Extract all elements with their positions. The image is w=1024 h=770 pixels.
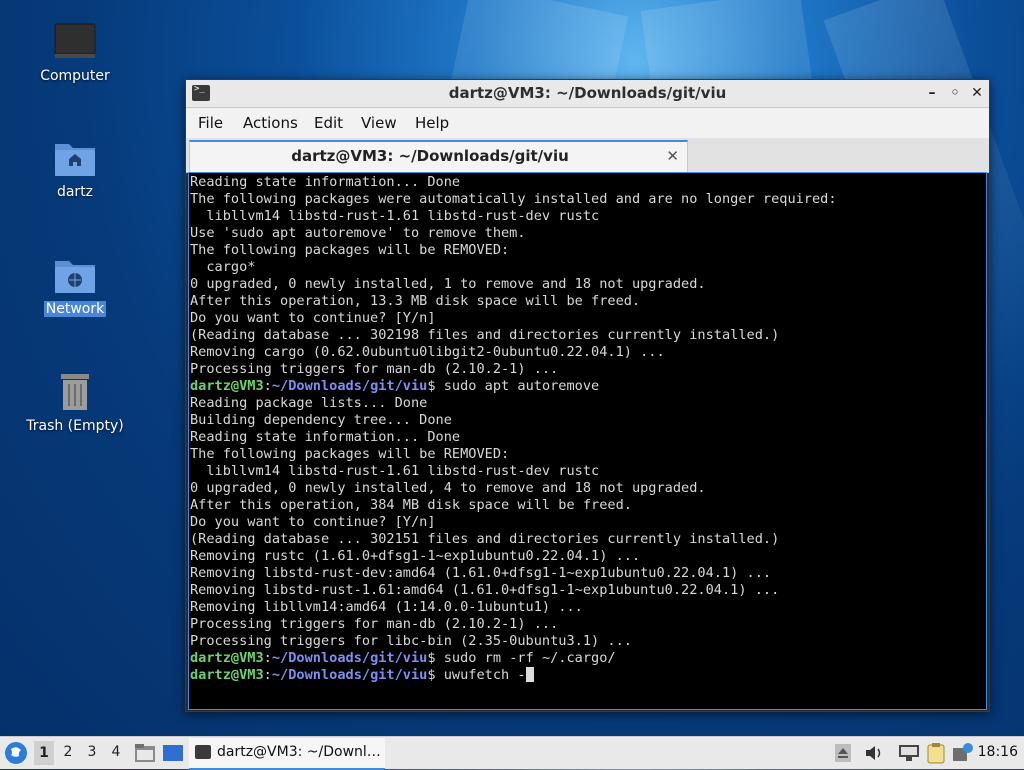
terminal-prompt-line: dartz@VM3:~/Downloads/git/viu$ sudo rm -… [190,650,837,667]
terminal-output-line: Reading state information... Done [190,174,461,190]
taskbar-terminal-task[interactable]: dartz@VM3: ~/Downl… [189,738,385,770]
terminal-output-line: The following packages will be REMOVED: [190,242,510,258]
minimize-icon[interactable]: – [923,84,941,102]
terminal-window[interactable]: dartz@VM3: ~/Downloads/git/viu – ◦ ✕ Fil… [185,79,990,712]
terminal-output-line: Processing triggers for man-db (2.10.2-1… [190,361,559,377]
prompt-symbol: $ [427,650,436,666]
menu-file[interactable]: File [198,114,223,132]
terminal-output-line: Do you want to continue? [Y/n] [190,514,436,530]
notification-icon[interactable] [952,742,974,764]
desktop-icon-label: Network [43,301,107,317]
task-label: dartz@VM3: ~/Downl… [217,744,381,760]
terminal-output[interactable]: Reading state information... Done The fol… [188,172,987,710]
home-folder-icon [55,144,95,176]
terminal-output-line: The following packages were automaticall… [190,191,837,207]
desktop-icon-label: Computer [40,68,110,84]
terminal-output-line: Removing libstd-rust-1.61:amd64 (1.61.0+… [190,582,780,598]
terminal-output-line: Removing rustc (1.61.0+dfsg1-1~exp1ubunt… [190,548,641,564]
prompt-user: dartz@VM3 [190,650,264,666]
computer-icon [54,23,96,58]
prompt-path: ~/Downloads/git/viu [271,667,428,683]
prompt-symbol: $ [427,378,436,394]
terminal-output-line: Building dependency tree... Done [190,412,452,428]
command-text: sudo apt autoremove [435,378,600,394]
workspace-2[interactable]: 2 [58,744,78,760]
text-cursor [525,667,534,682]
prompt-separator: : [263,667,272,683]
workspace-3[interactable]: 3 [82,744,102,760]
desktop-icon-trash[interactable]: Trash (Empty) [20,372,130,434]
prompt-path: ~/Downloads/git/viu [271,650,428,666]
tab-close-icon[interactable]: ✕ [666,147,679,165]
terminal-output-line: The following packages will be REMOVED: [190,446,510,462]
terminal-output-line: 0 upgraded, 0 newly installed, 1 to remo… [190,276,706,292]
prompt-symbol: $ [427,667,436,683]
app-menu-icon[interactable] [4,741,28,765]
volume-icon[interactable] [864,744,884,762]
terminal-output-line: (Reading database ... 302198 files and d… [190,327,780,343]
workspace-4[interactable]: 4 [106,744,126,760]
terminal-prompt-line: dartz@VM3:~/Downloads/git/viu$ sudo apt … [190,378,837,395]
terminal-icon [195,745,211,759]
window-title: dartz@VM3: ~/Downloads/git/viu [448,84,727,102]
terminal-output-line: After this operation, 13.3 MB disk space… [190,293,641,309]
show-desktop-icon[interactable] [162,743,184,763]
menu-bar: File Actions Edit View Help [186,108,989,138]
prompt-separator: : [263,650,272,666]
prompt-user: dartz@VM3 [190,378,264,394]
workspace-1[interactable]: 1 [34,741,54,765]
window-titlebar[interactable]: dartz@VM3: ~/Downloads/git/viu – ◦ ✕ [186,80,989,108]
terminal-prompt-line: dartz@VM3:~/Downloads/git/viu$ uwufetch … [190,667,837,684]
terminal-output-line: Reading state information... Done [190,429,461,445]
prompt-path: ~/Downloads/git/viu [271,378,428,394]
prompt-separator: : [263,378,272,394]
eject-icon[interactable] [834,743,852,763]
close-icon[interactable]: ✕ [968,84,986,102]
network-status-icon[interactable] [898,744,920,762]
terminal-output-line: Processing triggers for man-db (2.10.2-1… [190,616,559,632]
command-text: uwufetch - [435,667,526,683]
terminal-output-line: Removing libllvm14:amd64 (1:14.0.0-1ubun… [190,599,583,615]
desktop-icon-label: dartz [56,184,94,200]
tab-bar: dartz@VM3: ~/Downloads/git/viu ✕ [186,138,989,173]
file-manager-icon[interactable] [134,743,156,763]
network-folder-icon [55,261,95,293]
tab-label: dartz@VM3: ~/Downloads/git/viu [291,147,569,165]
terminal-output-line: libllvm14 libstd-rust-1.61 libstd-rust-d… [190,208,600,224]
trash-icon [61,374,89,410]
terminal-output-line: Reading package lists... Done [190,395,428,411]
terminal-output-line: 0 upgraded, 0 newly installed, 4 to remo… [190,480,706,496]
desktop-icon-label: Trash (Empty) [26,418,124,434]
terminal-output-line: Processing triggers for libc-bin (2.35-0… [190,633,632,649]
terminal-tab[interactable]: dartz@VM3: ~/Downloads/git/viu ✕ [189,140,688,172]
menu-view[interactable]: View [361,114,397,132]
terminal-output-line: (Reading database ... 302151 files and d… [190,531,780,547]
terminal-output-line: Removing cargo (0.62.0ubuntu0libgit2-0ub… [190,344,665,360]
clipboard-icon[interactable] [926,742,946,764]
menu-help[interactable]: Help [415,114,449,132]
prompt-user: dartz@VM3 [190,667,264,683]
desktop-icon-network[interactable]: Network [20,255,130,317]
terminal-output-line: Do you want to continue? [Y/n] [190,310,436,326]
terminal-output-line: cargo* [190,259,256,275]
terminal-output-line: Use 'sudo apt autoremove' to remove them… [190,225,526,241]
menu-actions[interactable]: Actions [243,114,298,132]
clock[interactable]: 18:16 [978,744,1018,760]
terminal-output-line: After this operation, 384 MB disk space … [190,497,632,513]
terminal-output-line: libllvm14 libstd-rust-1.61 libstd-rust-d… [190,463,600,479]
maximize-icon[interactable]: ◦ [946,84,964,102]
terminal-lines: Reading state information... Done The fol… [190,174,837,684]
terminal-output-line: Removing libstd-rust-dev:amd64 (1.61.0+d… [190,565,772,581]
desktop-icon-home[interactable]: dartz [20,138,130,200]
taskbar: 1 2 3 4 dartz@VM3: ~/Downl… 18:16 [0,736,1024,770]
command-text: sudo rm -rf ~/.cargo/ [435,650,616,666]
desktop-icon-computer[interactable]: Computer [20,22,130,84]
menu-edit[interactable]: Edit [314,114,343,132]
